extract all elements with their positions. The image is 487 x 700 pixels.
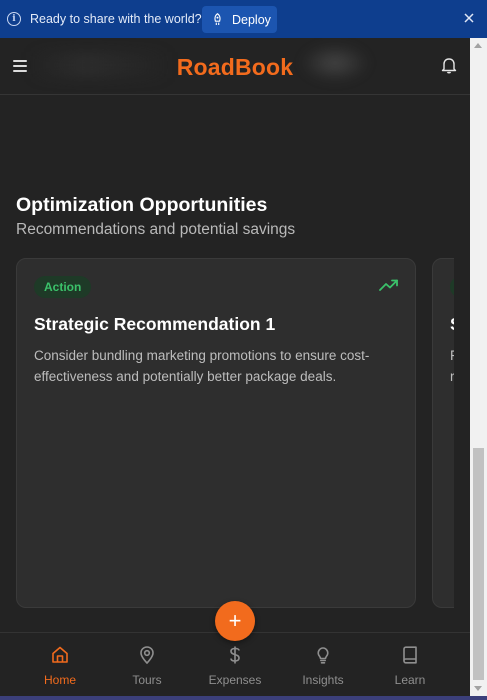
section-subtitle: Recommendations and potential savings: [16, 221, 296, 238]
nav-label-learn: Learn: [394, 673, 426, 687]
recommendation-card[interactable]: Action Strategic Recommendation 1 Consid…: [16, 258, 416, 608]
nav-label-insights: Insights: [302, 673, 344, 687]
home-icon: [52, 646, 68, 663]
nav-item-expenses[interactable]: Expenses: [188, 633, 282, 696]
card-title: Strategic Recommendation 1: [34, 314, 276, 334]
nav-label-tours: Tours: [132, 673, 162, 687]
bell-icon[interactable]: [441, 57, 457, 74]
banner-message: Ready to share with the world?: [30, 12, 202, 26]
action-badge: Action: [34, 276, 92, 298]
scrollbar[interactable]: [470, 38, 487, 696]
dollar-icon: [230, 646, 240, 664]
app-viewport: RoadBook Optimization Opportunities Reco…: [0, 38, 470, 696]
nav-item-home[interactable]: Home: [13, 633, 107, 696]
lightbulb-icon: [317, 647, 329, 664]
app-header: RoadBook: [0, 38, 470, 95]
scroll-down-icon[interactable]: [474, 686, 482, 691]
scroll-up-icon[interactable]: [474, 43, 482, 48]
trending-up-icon: [379, 279, 398, 291]
close-icon[interactable]: [462, 11, 476, 25]
deploy-button[interactable]: Deploy: [202, 6, 277, 33]
rocket-icon: [214, 13, 221, 25]
nav-item-learn[interactable]: Learn: [363, 633, 457, 696]
bottom-navigation: Home Tours Expenses Insights Learn: [0, 632, 470, 696]
deploy-label: Deploy: [232, 12, 271, 27]
map-pin-icon: [140, 646, 154, 665]
nav-item-tours[interactable]: Tours: [100, 633, 194, 696]
book-icon: [403, 646, 417, 664]
add-button[interactable]: +: [215, 601, 255, 641]
nav-label-home: Home: [43, 673, 76, 687]
info-icon: i: [7, 12, 21, 26]
section-title: Optimization Opportunities: [16, 194, 268, 216]
deploy-banner: i Ready to share with the world? Deploy: [0, 0, 487, 38]
brand-logo[interactable]: RoadBook: [0, 54, 470, 81]
card-description: Consider bundling marketing promotions t…: [34, 348, 370, 384]
nav-item-insights[interactable]: Insights: [276, 633, 370, 696]
scrollbar-thumb[interactable]: [473, 448, 484, 680]
nav-label-expenses: Expenses: [208, 673, 262, 687]
